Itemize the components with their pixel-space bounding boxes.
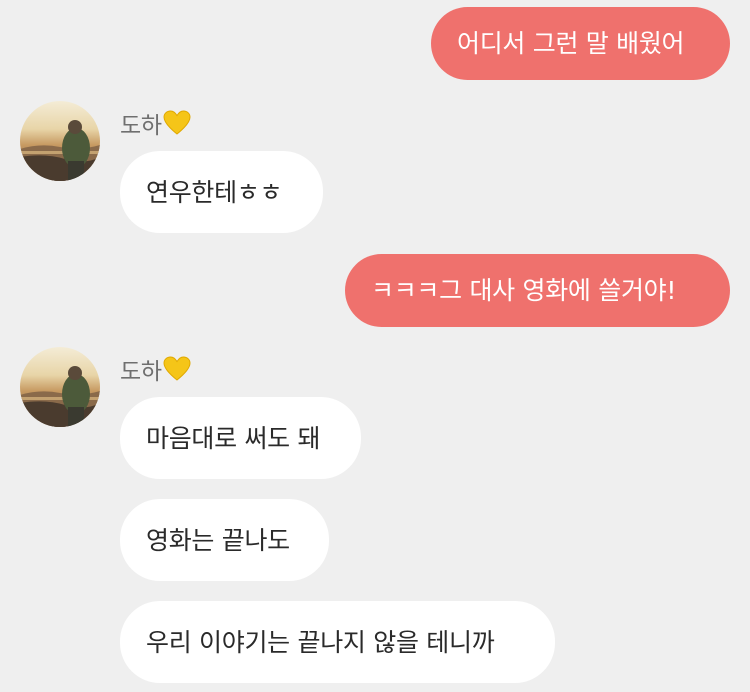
sender-name: 도하 <box>120 354 191 385</box>
sender-name: 도하 <box>120 108 191 139</box>
sunset-photo-avatar <box>20 101 100 181</box>
message-text: ㅋㅋㅋ그 대사 영화에 쓸거야! <box>371 276 677 305</box>
their-message-bubble[interactable]: 연우한테ㅎㅎ <box>120 151 323 233</box>
their-message-bubble[interactable]: 마음대로 써도 돼 <box>120 397 361 479</box>
yellow-heart-icon <box>163 110 191 135</box>
my-message-bubble[interactable]: 어디서 그런 말 배웠어 <box>431 7 730 80</box>
message-text: 우리 이야기는 끝나지 않을 테니까 <box>146 627 495 657</box>
sunset-photo-avatar <box>20 347 100 427</box>
message-text: 연우한테ㅎㅎ <box>146 177 283 207</box>
avatar[interactable] <box>20 347 100 427</box>
message-text: 마음대로 써도 돼 <box>146 423 321 453</box>
my-message-bubble[interactable]: ㅋㅋㅋ그 대사 영화에 쓸거야! <box>345 254 730 327</box>
yellow-heart-icon <box>163 356 191 381</box>
their-message-bubble[interactable]: 우리 이야기는 끝나지 않을 테니까 <box>120 601 555 683</box>
message-text: 어디서 그런 말 배웠어 <box>457 29 685 58</box>
message-text: 영화는 끝나도 <box>146 525 290 555</box>
their-message-bubble[interactable]: 영화는 끝나도 <box>120 499 329 581</box>
avatar[interactable] <box>20 101 100 181</box>
